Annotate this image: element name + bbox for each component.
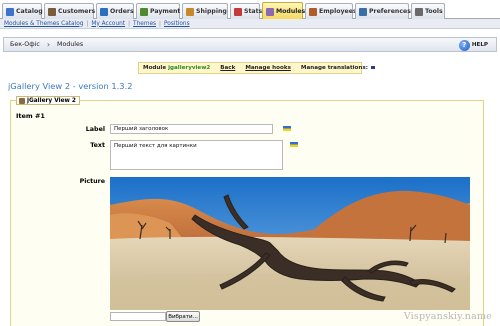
modules-icon [266, 7, 274, 16]
submenu-modules-catalog[interactable]: Modules & Themes Catalog [4, 21, 83, 27]
tools-icon [415, 7, 423, 16]
manage-translations-label: Manage translations: [300, 65, 368, 71]
gallery-picture [110, 177, 470, 310]
text-caption: Text [90, 142, 105, 149]
help-button[interactable]: ? HELP [458, 39, 488, 51]
tab-label: Stats [244, 8, 263, 15]
tab-label: Employees [319, 8, 357, 15]
tab-preferences[interactable]: Preferences [355, 3, 411, 19]
module-prefix: Module [143, 65, 167, 71]
tab-label: Payment [150, 8, 181, 15]
page-title: jGallery View 2 - version 1.3.2 [8, 81, 133, 91]
modules-submenu: Modules & Themes Catalog | My Account | … [0, 19, 500, 29]
preferences-icon [359, 7, 367, 16]
manage-hooks-link[interactable]: Manage hooks [245, 65, 291, 71]
breadcrumb: Бек-Офіс › Modules ? HELP [3, 37, 497, 52]
tab-label: Preferences [369, 8, 411, 15]
help-icon: ? [458, 39, 470, 51]
breadcrumb-arrow-icon: › [46, 40, 51, 49]
module-name: jgalleryview2 [168, 65, 211, 71]
tab-label: Modules [276, 8, 306, 15]
stats-icon [234, 7, 242, 16]
main-tab-bar: Catalog Customers Orders Payment Shipping Sta… [0, 0, 500, 20]
label-input[interactable] [110, 124, 273, 134]
watermark: Vispyanskiy.name [403, 311, 492, 322]
label-language-flag-icon[interactable] [283, 126, 291, 131]
employees-icon [309, 7, 317, 16]
orders-icon [100, 7, 108, 16]
help-label: HELP [471, 42, 488, 48]
tab-modules[interactable]: Modules [262, 2, 306, 20]
tab-employees[interactable]: Employees [305, 3, 357, 19]
text-language-flag-icon[interactable] [290, 142, 298, 147]
payment-icon [140, 7, 148, 16]
catalog-icon [6, 7, 14, 16]
text-textarea[interactable]: Перший текст для картинки [110, 140, 283, 170]
tab-customers[interactable]: Customers [44, 3, 96, 19]
picture-caption: Picture [79, 178, 105, 185]
module-icon [19, 97, 25, 104]
tab-label: Catalog [16, 8, 43, 15]
tab-payment[interactable]: Payment [136, 3, 180, 19]
file-path-field[interactable] [110, 312, 166, 321]
label-caption: Label [85, 126, 105, 133]
tab-orders[interactable]: Orders [96, 3, 134, 19]
fieldset-legend-text: jGallery View 2 [27, 97, 76, 104]
tab-shipping[interactable]: Shipping [182, 3, 228, 19]
tab-label: Tools [425, 8, 443, 15]
browse-button[interactable]: Вибрати... [166, 311, 200, 322]
customers-icon [48, 7, 56, 16]
item-title: Item #1 [16, 112, 45, 120]
tab-tools[interactable]: Tools [411, 3, 445, 19]
breadcrumb-home[interactable]: Бек-Офіс [10, 41, 40, 48]
fieldset-legend: jGallery View 2 [16, 96, 80, 105]
breadcrumb-current: Modules [57, 41, 84, 48]
submenu-themes[interactable]: Themes [133, 21, 156, 27]
submenu-my-account[interactable]: My Account [91, 21, 125, 27]
tab-catalog[interactable]: Catalog [2, 3, 43, 19]
tab-label: Orders [110, 8, 134, 15]
tab-stats[interactable]: Stats [230, 3, 263, 19]
back-link[interactable]: Back [220, 65, 235, 71]
tab-label: Shipping [196, 8, 227, 15]
shipping-icon [186, 7, 194, 16]
tab-label: Customers [58, 8, 96, 15]
module-toolbar: Module jgalleryview2 Back Manage hooks M… [138, 62, 375, 74]
submenu-positions[interactable]: Positions [164, 21, 190, 27]
